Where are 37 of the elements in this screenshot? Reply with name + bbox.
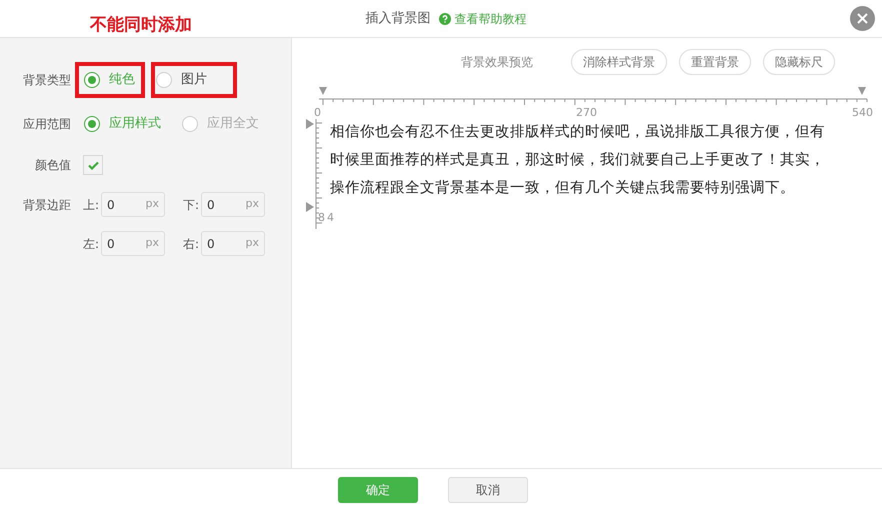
radio-option[interactable]: 图片	[156, 70, 207, 90]
ruler-label: 84	[318, 210, 336, 226]
field-label: 右:	[182, 236, 199, 252]
margin-input[interactable]: 0 px	[101, 192, 165, 217]
cancel-button[interactable]: 取消	[448, 477, 528, 503]
preview-text: 时候里面推荐的样式是真丑，那这时候，我们就要自己上手更改了！其实，	[330, 150, 825, 170]
ruler-label: 0	[314, 105, 321, 121]
radio-option: 应用全文	[182, 114, 259, 134]
preview-title: 背景效果预览	[461, 54, 533, 71]
field-label: 背景边距	[22, 196, 72, 214]
toolbar-button[interactable]: 重置背景	[679, 49, 751, 75]
field-label: 背景类型	[22, 72, 72, 89]
confirm-button[interactable]: 确定	[338, 477, 418, 503]
field-label: 下:	[182, 196, 199, 214]
preview-text: 操作流程跟全文背景基本是一致，但有几个关键点我需要特别强调下。	[330, 178, 796, 198]
toolbar-button[interactable]: 消除样式背景	[571, 49, 667, 75]
close-icon	[857, 13, 868, 24]
toolbar-button[interactable]: 隐藏标尺	[763, 49, 835, 75]
radio-option[interactable]: 应用样式	[84, 114, 161, 134]
preview-text: 相信你也会有忍不住去更改排版样式的时候吧，虽说排版工具很方便，但有	[330, 122, 825, 142]
field-label: 上:	[82, 196, 99, 214]
ruler-label: 270	[576, 105, 597, 121]
ruler-label: 540	[852, 105, 873, 121]
field-label: 左:	[82, 236, 99, 252]
annotation-text: 不能同时添加	[90, 17, 192, 34]
close-button[interactable]	[850, 6, 875, 31]
field-label: 应用范围	[22, 116, 72, 133]
help-link[interactable]: 查看帮助教程	[438, 10, 526, 28]
color-checkbox[interactable]	[83, 155, 103, 175]
help-icon	[438, 12, 450, 24]
check-icon	[88, 160, 98, 170]
radio-option[interactable]: 纯色	[84, 70, 135, 90]
margin-input[interactable]: 0 px	[201, 231, 265, 256]
field-label: 颜色值	[34, 157, 72, 174]
window-title: 插入背景图	[366, 10, 430, 28]
margin-input[interactable]: 0 px	[201, 192, 265, 217]
margin-input[interactable]: 0 px	[101, 231, 165, 256]
